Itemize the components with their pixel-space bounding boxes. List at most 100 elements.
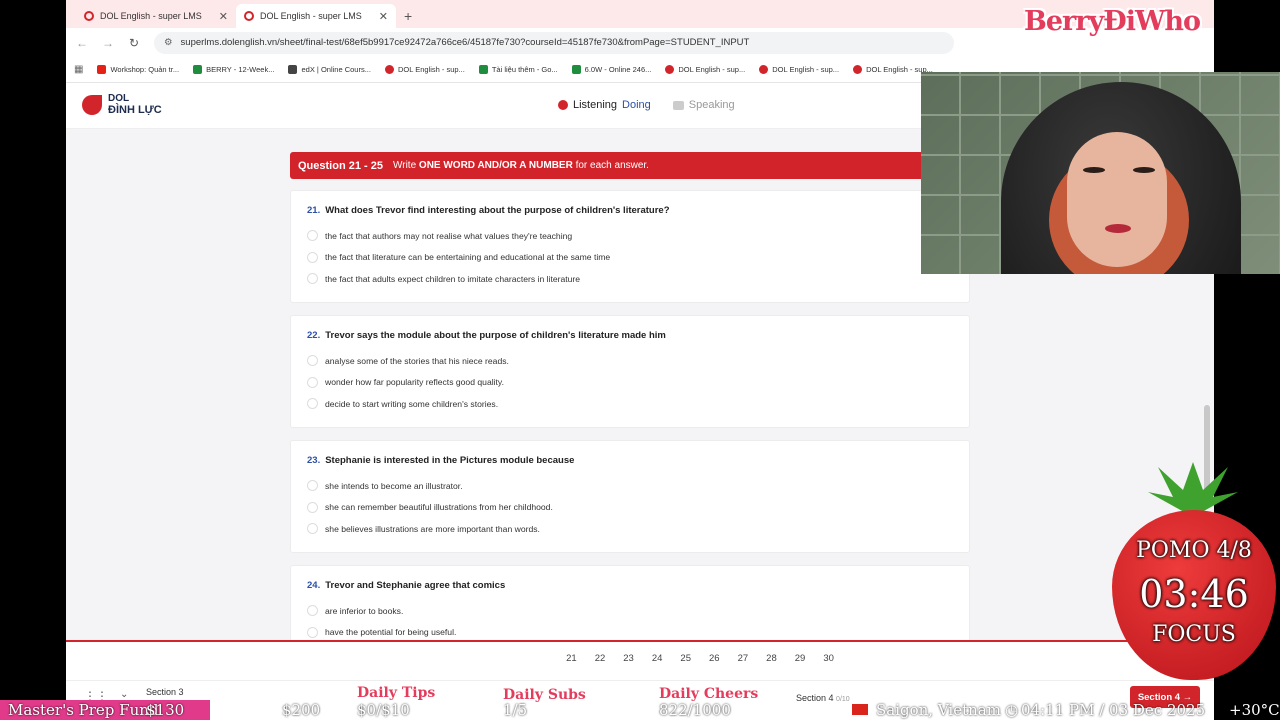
tab-speaking[interactable]: Speaking (672, 99, 735, 111)
eye (1083, 167, 1105, 173)
location-label: Saigon, Vietnam (876, 701, 1001, 719)
reload-icon[interactable]: ↻ (128, 36, 140, 50)
stream-brand-logo: BerryĐiWho (1024, 6, 1201, 37)
radio-button[interactable] (307, 523, 318, 535)
lips (1105, 224, 1131, 233)
question-nav-item[interactable]: 23 (623, 653, 634, 664)
daily-tips-label: Daily Tips (357, 685, 436, 701)
bookmark-item[interactable]: DOL English - sup... (384, 65, 465, 74)
banner-heading: Question 21 - 25 (298, 159, 383, 172)
radio-button[interactable] (307, 480, 318, 492)
question-card: 21. What does Trevor find interesting abo… (290, 190, 970, 303)
dol-logo[interactable]: DOL ĐÌNH LỰC (82, 93, 162, 116)
question-nav-item[interactable]: 30 (823, 653, 834, 664)
question-nav-item[interactable]: 27 (738, 653, 749, 664)
vietnam-flag-icon (852, 704, 868, 715)
answer-option[interactable]: she can remember beautiful illustrations… (307, 497, 953, 519)
radio-button[interactable] (307, 376, 318, 388)
logo-line-2: ĐÌNH LỰC (108, 104, 162, 116)
pomodoro-mode: FOCUS (1152, 622, 1236, 647)
section-3-label[interactable]: Section 3 (146, 687, 184, 697)
radio-button[interactable] (307, 626, 318, 638)
radio-button[interactable] (307, 398, 318, 410)
answer-option[interactable]: analyse some of the stories that his nie… (307, 350, 953, 372)
answer-option[interactable]: wonder how far popularity reflects good … (307, 372, 953, 394)
answer-option[interactable]: she intends to become an illustrator. (307, 475, 953, 497)
face (1067, 132, 1167, 267)
cheers-count: 822/1000 (659, 701, 731, 719)
site-info-icon[interactable]: ⚙ (164, 37, 173, 48)
dol-favicon-icon (84, 11, 94, 21)
skill-tabs: Listening Doing Speaking (558, 99, 735, 111)
question-nav-item[interactable]: 22 (595, 653, 606, 664)
pomodoro-timer: 03:46 (1139, 572, 1249, 616)
radio-button[interactable] (307, 355, 318, 367)
question-title: 22. Trevor says the module about the purp… (307, 330, 666, 341)
speech-bubble-icon (672, 100, 684, 110)
tab-title: DOL English - super LMS (260, 11, 362, 21)
question-title: 24. Trevor and Stephanie agree that comic… (307, 580, 506, 591)
tab-listening[interactable]: Listening Doing (558, 99, 651, 111)
forward-icon[interactable]: → (102, 36, 114, 50)
question-card: 24. Trevor and Stephanie agree that comic… (290, 565, 970, 640)
question-title: 21. What does Trevor find interesting abo… (307, 205, 670, 216)
answer-option[interactable]: the fact that authors may not realise wh… (307, 225, 953, 247)
answer-option[interactable]: have the potential for being useful. (307, 622, 953, 641)
bookmark-item[interactable]: Tài liệu thêm - Go... (478, 65, 558, 74)
fund-amount: $130 (146, 701, 185, 719)
radio-button[interactable] (307, 501, 318, 513)
answer-option[interactable]: decide to start writing some children's … (307, 393, 953, 415)
fund-label: Master's Prep Fund (8, 701, 159, 719)
stream-ticker: Master's Prep Fund $130 $200 $0/$10 1/5 … (0, 700, 1280, 720)
question-banner: Question 21 - 25 Write ONE WORD AND/OR A… (290, 152, 990, 179)
question-nav-item[interactable]: 26 (709, 653, 720, 664)
new-tab-icon[interactable]: + (396, 8, 420, 28)
close-tab-icon[interactable]: ✕ (379, 10, 388, 23)
answer-option[interactable]: are inferior to books. (307, 600, 953, 622)
tab-title: DOL English - super LMS (100, 11, 202, 21)
dol-favicon-icon (244, 11, 254, 21)
clock-icon: ◷ (1005, 701, 1019, 719)
status-label: Doing (622, 99, 651, 111)
radio-button[interactable] (307, 251, 318, 263)
tab-speaking-label: Speaking (688, 99, 735, 111)
screen: DOL English - super LMS ✕ DOL English - … (0, 0, 1280, 720)
question-title: 23. Stephanie is interested in the Pictur… (307, 455, 575, 466)
temperature-label: +30°C (1229, 701, 1280, 719)
bookmark-item[interactable]: edX | Online Cours... (288, 65, 371, 74)
radio-button[interactable] (307, 230, 318, 242)
question-nav-item[interactable]: 24 (652, 653, 663, 664)
answer-option[interactable]: the fact that adults expect children to … (307, 268, 953, 290)
question-card: 23. Stephanie is interested in the Pictur… (290, 440, 970, 553)
pomodoro-label: POMO 4/8 (1136, 538, 1252, 563)
question-nav-item[interactable]: 21 (566, 653, 577, 664)
browser-tab-1[interactable]: DOL English - super LMS ✕ (76, 4, 236, 28)
subs-count: 1/5 (503, 701, 528, 719)
question-card: 22. Trevor says the module about the purp… (290, 315, 970, 428)
answer-option[interactable]: the fact that literature can be entertai… (307, 247, 953, 269)
bookmark-item[interactable]: BERRY - 12-Week... (193, 65, 274, 74)
bookmark-item[interactable]: DOL English - sup... (759, 65, 839, 74)
dol-logo-icon (82, 94, 102, 115)
question-navigator: 21 22 23 24 25 26 27 28 29 30 (66, 642, 1214, 674)
question-nav-item[interactable]: 28 (766, 653, 777, 664)
logo-line-1: DOL (108, 93, 130, 104)
apps-icon[interactable]: ▦ (74, 64, 83, 75)
radio-button[interactable] (307, 605, 318, 617)
back-icon[interactable]: ← (76, 36, 88, 50)
question-nav-item[interactable]: 29 (795, 653, 806, 664)
bookmark-item[interactable]: DOL English - sup... (665, 65, 745, 74)
question-nav-item[interactable]: 25 (680, 653, 691, 664)
browser-tab-2[interactable]: DOL English - super LMS ✕ (236, 4, 396, 28)
close-tab-icon[interactable]: ✕ (219, 10, 228, 23)
eye (1133, 167, 1155, 173)
bookmark-item[interactable]: 6.0W - Online 246... (571, 65, 651, 74)
chevron-down-icon[interactable]: ⌄ (120, 689, 128, 700)
radio-button[interactable] (307, 273, 318, 285)
bookmark-item[interactable]: Workshop: Quản tr... (97, 65, 179, 74)
url-field[interactable]: ⚙ superlms.dolenglish.vn/sheet/final-tes… (154, 31, 954, 54)
answer-option[interactable]: she believes illustrations are more impo… (307, 518, 953, 540)
tips-count: $0/$10 (357, 701, 410, 719)
webcam-feed (921, 72, 1280, 274)
record-icon (558, 100, 568, 110)
